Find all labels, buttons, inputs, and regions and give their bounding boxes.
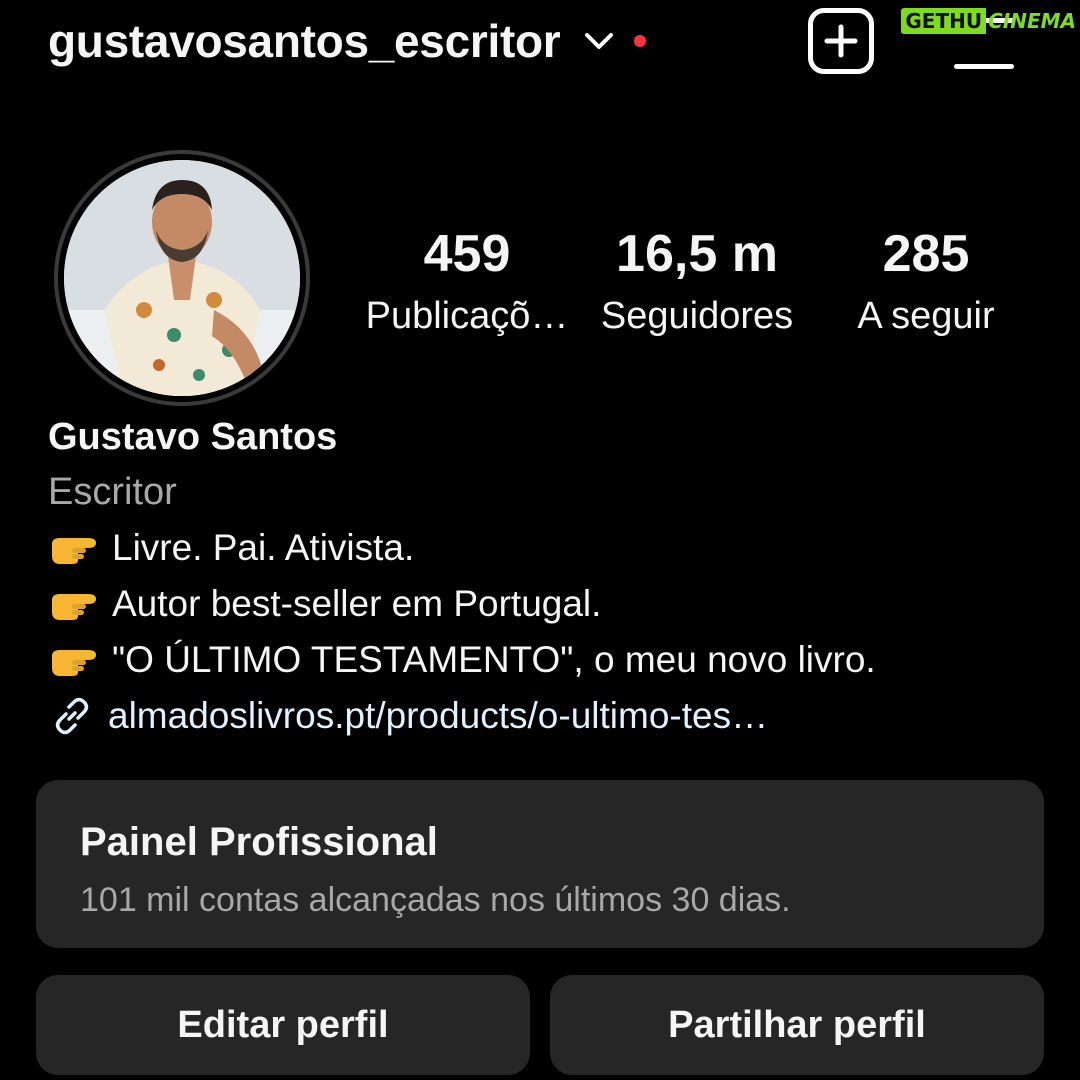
notification-dot (634, 35, 647, 47)
watermark-logo: GETHU CINEMA (901, 8, 1076, 34)
stat-value: 285 (882, 225, 970, 283)
stat-value: 16,5 m (616, 225, 778, 283)
pointing-right-hand-icon (52, 594, 96, 620)
username-switcher[interactable]: gustavosantos_escritor (48, 14, 561, 68)
display-name: Gustavo Santos (48, 416, 338, 458)
bio-line: Livre. Pai. Ativista. (48, 520, 1040, 576)
share-profile-button[interactable]: Partilhar perfil (550, 975, 1044, 1075)
create-button[interactable] (808, 8, 874, 74)
panel-title: Painel Profissional (80, 820, 438, 864)
pointing-right-hand-icon (52, 538, 96, 564)
stat-followers[interactable]: 16,5 m Seguidores (590, 222, 804, 342)
link-icon (55, 697, 89, 735)
stat-value: 459 (423, 225, 511, 283)
professional-dashboard-card[interactable]: Painel Profissional 101 mil contas alcan… (36, 780, 1044, 948)
plus-icon (824, 24, 858, 58)
panel-subtitle: 101 mil contas alcançadas nos últimos 30… (80, 881, 791, 919)
bio-line: Autor best-seller em Portugal. (48, 576, 1040, 632)
bio-link[interactable]: almadoslivros.pt/products/o-ultimo-tes… (108, 688, 768, 744)
stat-label: Publicaçõ… (365, 295, 569, 337)
chevron-down-icon[interactable] (582, 24, 616, 58)
stat-label: A seguir (857, 295, 995, 337)
avatar[interactable] (64, 160, 300, 396)
avatar-ring[interactable] (54, 150, 310, 406)
stat-posts[interactable]: 459 Publicaçõ… (362, 222, 572, 342)
profile-category: Escritor (48, 471, 177, 513)
bio-link-row[interactable]: almadoslivros.pt/products/o-ultimo-tes… (48, 688, 1040, 744)
profile-screen: gustavosantos_escritor GETHU CINEMA 459 … (0, 0, 1080, 1080)
edit-profile-button[interactable]: Editar perfil (36, 975, 530, 1075)
stat-following[interactable]: 285 A seguir (836, 222, 1016, 342)
stat-label: Seguidores (600, 295, 794, 337)
bio-line: "O ÚLTIMO TESTAMENTO", o meu novo livro. (48, 632, 1040, 688)
pointing-right-hand-icon (52, 650, 96, 676)
profile-bio: Gustavo Santos Escritor Livre. Pai. Ativ… (48, 412, 1040, 744)
